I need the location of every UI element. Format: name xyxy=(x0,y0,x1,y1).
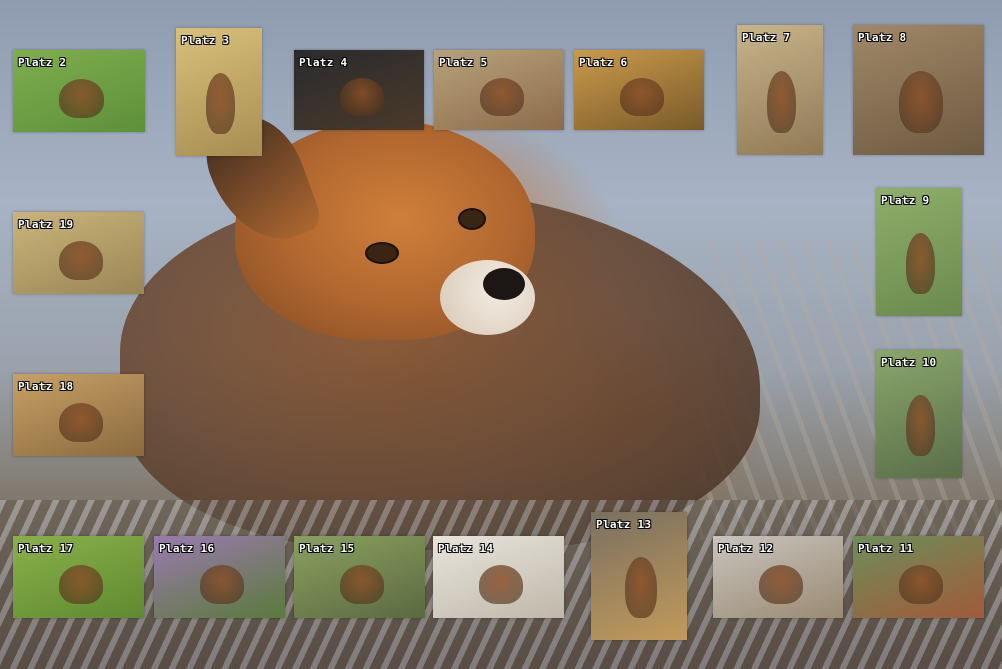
tile-label: Platz 7 xyxy=(742,31,791,44)
animal-silhouette xyxy=(758,564,803,605)
tile-photo xyxy=(876,350,962,478)
animal-silhouette xyxy=(906,394,936,457)
tile-platz-16[interactable]: Platz 16 xyxy=(154,536,285,618)
fox-muzzle xyxy=(440,260,535,335)
tile-label: Platz 13 xyxy=(596,518,652,531)
tile-label: Platz 5 xyxy=(439,56,488,69)
tile-photo xyxy=(737,25,823,155)
tile-platz-9[interactable]: Platz 9 xyxy=(876,188,962,316)
tile-platz-10[interactable]: Platz 10 xyxy=(876,350,962,478)
tile-platz-13[interactable]: Platz 13 xyxy=(591,512,687,640)
fox-photo-background: Platz 2 Platz 3 Platz 4 Platz 5 Platz 6 … xyxy=(0,0,1002,669)
tile-platz-5[interactable]: Platz 5 xyxy=(434,50,564,130)
tile-platz-15[interactable]: Platz 15 xyxy=(294,536,425,618)
animal-silhouette xyxy=(339,78,384,117)
tile-label: Platz 3 xyxy=(181,34,230,47)
tile-platz-18[interactable]: Platz 18 xyxy=(13,374,144,456)
animal-silhouette xyxy=(478,564,524,605)
tile-label: Platz 18 xyxy=(18,380,74,393)
tile-label: Platz 2 xyxy=(18,56,67,69)
tile-platz-4[interactable]: Platz 4 xyxy=(294,50,424,130)
tile-label: Platz 9 xyxy=(881,194,930,207)
tile-label: Platz 15 xyxy=(299,542,355,555)
animal-silhouette xyxy=(206,72,236,135)
tile-platz-3[interactable]: Platz 3 xyxy=(176,28,262,156)
animal-silhouette xyxy=(58,240,104,281)
animal-silhouette xyxy=(906,232,936,295)
tile-label: Platz 11 xyxy=(858,542,914,555)
tile-platz-12[interactable]: Platz 12 xyxy=(713,536,843,618)
tile-platz-11[interactable]: Platz 11 xyxy=(853,536,984,618)
tile-photo xyxy=(876,188,962,316)
tile-platz-2[interactable]: Platz 2 xyxy=(13,50,145,132)
animal-silhouette xyxy=(767,70,797,133)
tile-label: Platz 17 xyxy=(18,542,74,555)
tile-platz-8[interactable]: Platz 8 xyxy=(853,25,984,155)
tile-photo xyxy=(176,28,262,156)
animal-silhouette xyxy=(898,564,944,605)
tile-label: Platz 12 xyxy=(718,542,774,555)
tile-label: Platz 19 xyxy=(18,218,74,231)
tile-platz-6[interactable]: Platz 6 xyxy=(574,50,704,130)
tile-photo xyxy=(853,25,984,155)
animal-silhouette xyxy=(479,78,524,117)
tile-label: Platz 8 xyxy=(858,31,907,44)
tile-photo xyxy=(591,512,687,640)
tile-label: Platz 4 xyxy=(299,56,348,69)
fox-eye-left xyxy=(365,242,399,264)
tile-platz-14[interactable]: Platz 14 xyxy=(433,536,564,618)
animal-silhouette xyxy=(619,78,664,117)
tile-label: Platz 10 xyxy=(881,356,937,369)
tile-platz-17[interactable]: Platz 17 xyxy=(13,536,144,618)
tile-label: Platz 14 xyxy=(438,542,494,555)
animal-silhouette xyxy=(58,402,104,443)
fox-nose xyxy=(483,268,525,300)
animal-silhouette xyxy=(59,78,105,119)
animal-silhouette xyxy=(339,564,385,605)
animal-silhouette xyxy=(898,70,944,133)
animal-silhouette xyxy=(58,564,104,605)
tile-label: Platz 16 xyxy=(159,542,215,555)
tile-label: Platz 6 xyxy=(579,56,628,69)
animal-silhouette xyxy=(199,564,245,605)
fox-eye-right xyxy=(458,208,486,230)
tile-platz-7[interactable]: Platz 7 xyxy=(737,25,823,155)
animal-silhouette xyxy=(624,556,658,619)
tile-platz-19[interactable]: Platz 19 xyxy=(13,212,144,294)
